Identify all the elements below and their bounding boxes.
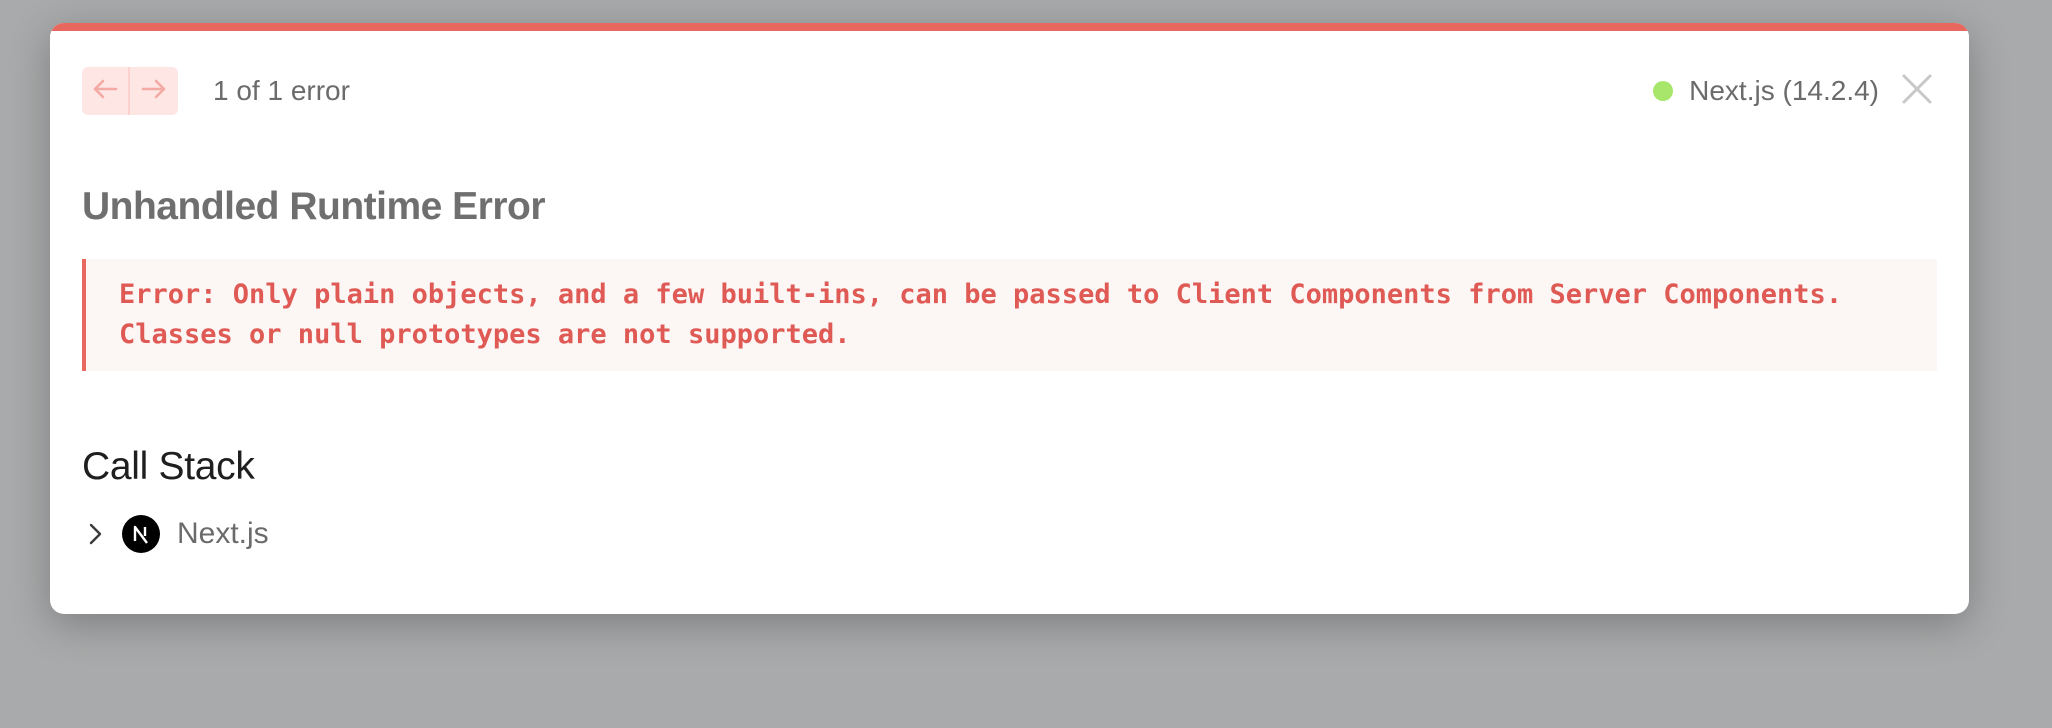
call-stack-item-label: Next.js [177,517,269,550]
next-error-button[interactable] [130,67,178,115]
chevron-right-icon [82,521,108,547]
call-stack-title: Call Stack [82,445,255,488]
call-stack-item-nextjs[interactable]: Next.js [82,513,269,555]
error-message-line: Classes or null prototypes are not suppo… [119,319,851,350]
close-button[interactable] [1897,71,1937,111]
nextjs-logo-icon [122,515,160,553]
status-dot-icon [1653,81,1674,101]
error-pagination [82,67,178,115]
error-count: 1 of 1 error [213,75,350,106]
error-message-box: Error: Only plain objects, and a few bui… [82,259,1937,371]
error-title: Unhandled Runtime Error [82,185,546,228]
previous-error-button[interactable] [82,67,130,115]
dialog-accent-bar [50,23,1969,31]
error-message-line: Error: Only plain objects, and a few bui… [119,279,1843,310]
version-indicator: Next.js (14.2.4) [1653,67,1879,115]
dialog-header: 1 of 1 error Next.js (14.2.4) [82,67,1937,115]
error-dialog: 1 of 1 error Next.js (14.2.4) Unhandled … [50,23,1969,614]
arrow-right-icon [141,78,167,105]
backdrop[interactable]: 1 of 1 error Next.js (14.2.4) Unhandled … [0,0,2052,728]
arrow-left-icon [92,78,118,105]
version-label: Next.js (14.2.4) [1689,75,1879,106]
close-icon [1901,73,1933,110]
